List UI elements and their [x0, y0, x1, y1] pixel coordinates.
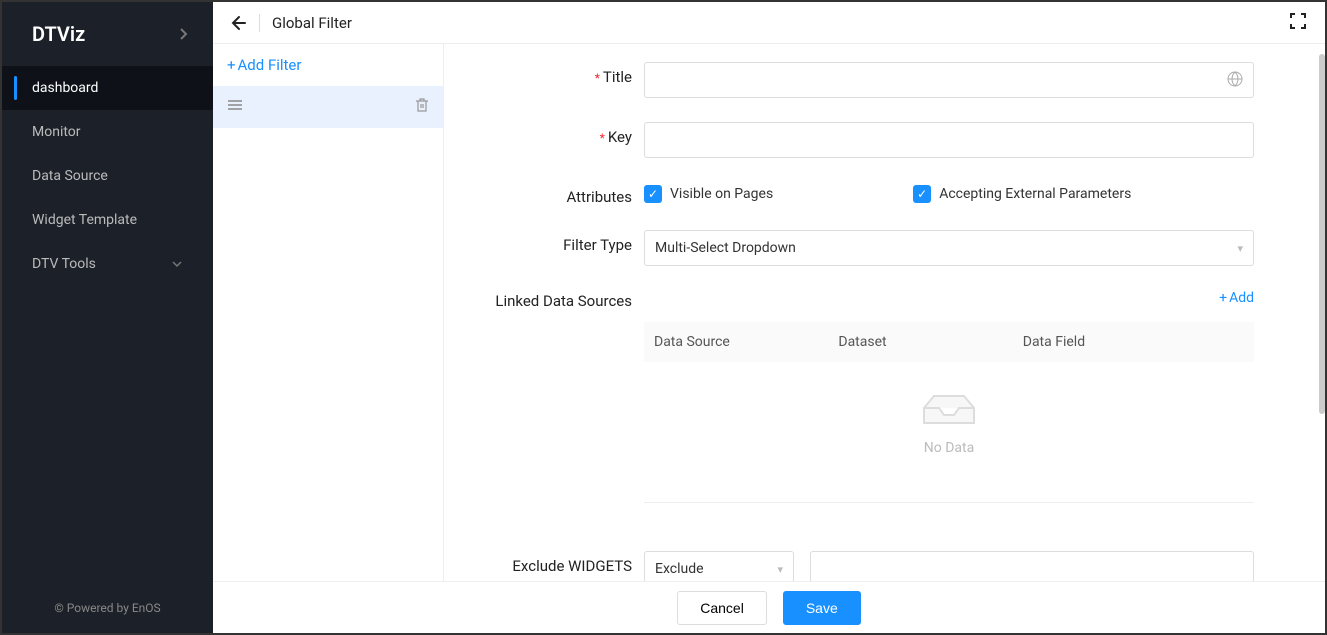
add-filter-button[interactable]: + Add Filter — [213, 44, 443, 86]
sidebar-footer: © Powered by EnOS — [2, 583, 213, 633]
sidebar-header: DTViz — [2, 2, 213, 66]
save-button[interactable]: Save — [783, 591, 861, 625]
fullscreen-icon[interactable] — [1289, 12, 1307, 34]
col-dataset: Dataset — [838, 334, 1022, 350]
add-filter-label: Add Filter — [238, 56, 302, 74]
key-label: Key — [608, 128, 632, 146]
filter-type-value: Multi-Select Dropdown — [655, 240, 796, 256]
accept-external-label: Accepting External Parameters — [939, 186, 1131, 202]
linked-ds-table: Data Source Dataset Data Field No Data — [644, 322, 1254, 492]
sidebar-item-label: DTV Tools — [32, 256, 96, 272]
chevron-down-icon — [171, 256, 183, 272]
col-data-source: Data Source — [654, 334, 838, 350]
form-area: *Title *Key Attributes — [444, 44, 1325, 581]
exclude-value: Exclude — [655, 561, 704, 577]
sidebar-item-label: Widget Template — [32, 212, 137, 228]
footer-actions: Cancel Save — [213, 581, 1325, 633]
empty-state: No Data — [644, 362, 1254, 492]
attributes-label: Attributes — [566, 188, 632, 206]
filter-type-label: Filter Type — [563, 236, 632, 254]
title-input[interactable] — [644, 62, 1254, 98]
sidebar-item-label: Data Source — [32, 168, 108, 184]
divider — [644, 502, 1254, 503]
divider — [259, 14, 260, 32]
exclude-widgets-input[interactable] — [810, 551, 1254, 581]
linked-ds-label: Linked Data Sources — [495, 292, 632, 310]
delete-icon[interactable] — [415, 97, 429, 117]
sidebar: DTViz dashboard Monitor Data Source Widg… — [2, 2, 213, 633]
sidebar-item-label: dashboard — [32, 80, 98, 96]
main: Global Filter + Add Filter — [213, 2, 1325, 633]
cancel-button[interactable]: Cancel — [677, 591, 767, 625]
checkbox-checked-icon: ✓ — [644, 185, 662, 203]
page-title: Global Filter — [272, 14, 352, 32]
sidebar-item-data-source[interactable]: Data Source — [2, 154, 213, 198]
sidebar-item-dashboard[interactable]: dashboard — [2, 66, 213, 110]
exclude-label: Exclude WIDGETS — [512, 557, 632, 575]
chevron-right-icon[interactable] — [179, 22, 189, 46]
topbar: Global Filter — [213, 2, 1325, 44]
exclude-mode-select[interactable]: Exclude ▾ — [644, 551, 794, 581]
plus-icon: + — [1219, 290, 1227, 306]
accept-external-checkbox[interactable]: ✓ Accepting External Parameters — [913, 182, 1131, 206]
filter-type-select[interactable]: Multi-Select Dropdown ▾ — [644, 230, 1254, 266]
filter-list-panel: + Add Filter — [213, 44, 444, 581]
globe-icon[interactable] — [1226, 70, 1244, 92]
visible-label: Visible on Pages — [670, 186, 773, 202]
no-data-label: No Data — [644, 440, 1254, 456]
add-label: Add — [1229, 290, 1254, 306]
drag-handle-icon[interactable] — [227, 99, 243, 115]
sidebar-item-widget-template[interactable]: Widget Template — [2, 198, 213, 242]
sidebar-item-monitor[interactable]: Monitor — [2, 110, 213, 154]
plus-icon: + — [227, 56, 236, 74]
app-title: DTViz — [32, 22, 85, 46]
sidebar-item-dtv-tools[interactable]: DTV Tools — [2, 242, 213, 286]
title-label: Title — [603, 68, 632, 86]
add-data-source-button[interactable]: + Add — [1219, 290, 1254, 306]
back-arrow-icon[interactable] — [227, 13, 247, 33]
sidebar-item-label: Monitor — [32, 124, 81, 140]
visible-checkbox[interactable]: ✓ Visible on Pages — [644, 182, 773, 206]
chevron-down-icon: ▾ — [777, 563, 783, 576]
key-input[interactable] — [644, 122, 1254, 158]
checkbox-checked-icon: ✓ — [913, 185, 931, 203]
scrollbar[interactable] — [1319, 54, 1325, 414]
filter-list-item[interactable] — [213, 86, 443, 128]
inbox-icon — [914, 388, 984, 428]
col-data-field: Data Field — [1023, 334, 1244, 350]
chevron-down-icon: ▾ — [1237, 242, 1243, 255]
